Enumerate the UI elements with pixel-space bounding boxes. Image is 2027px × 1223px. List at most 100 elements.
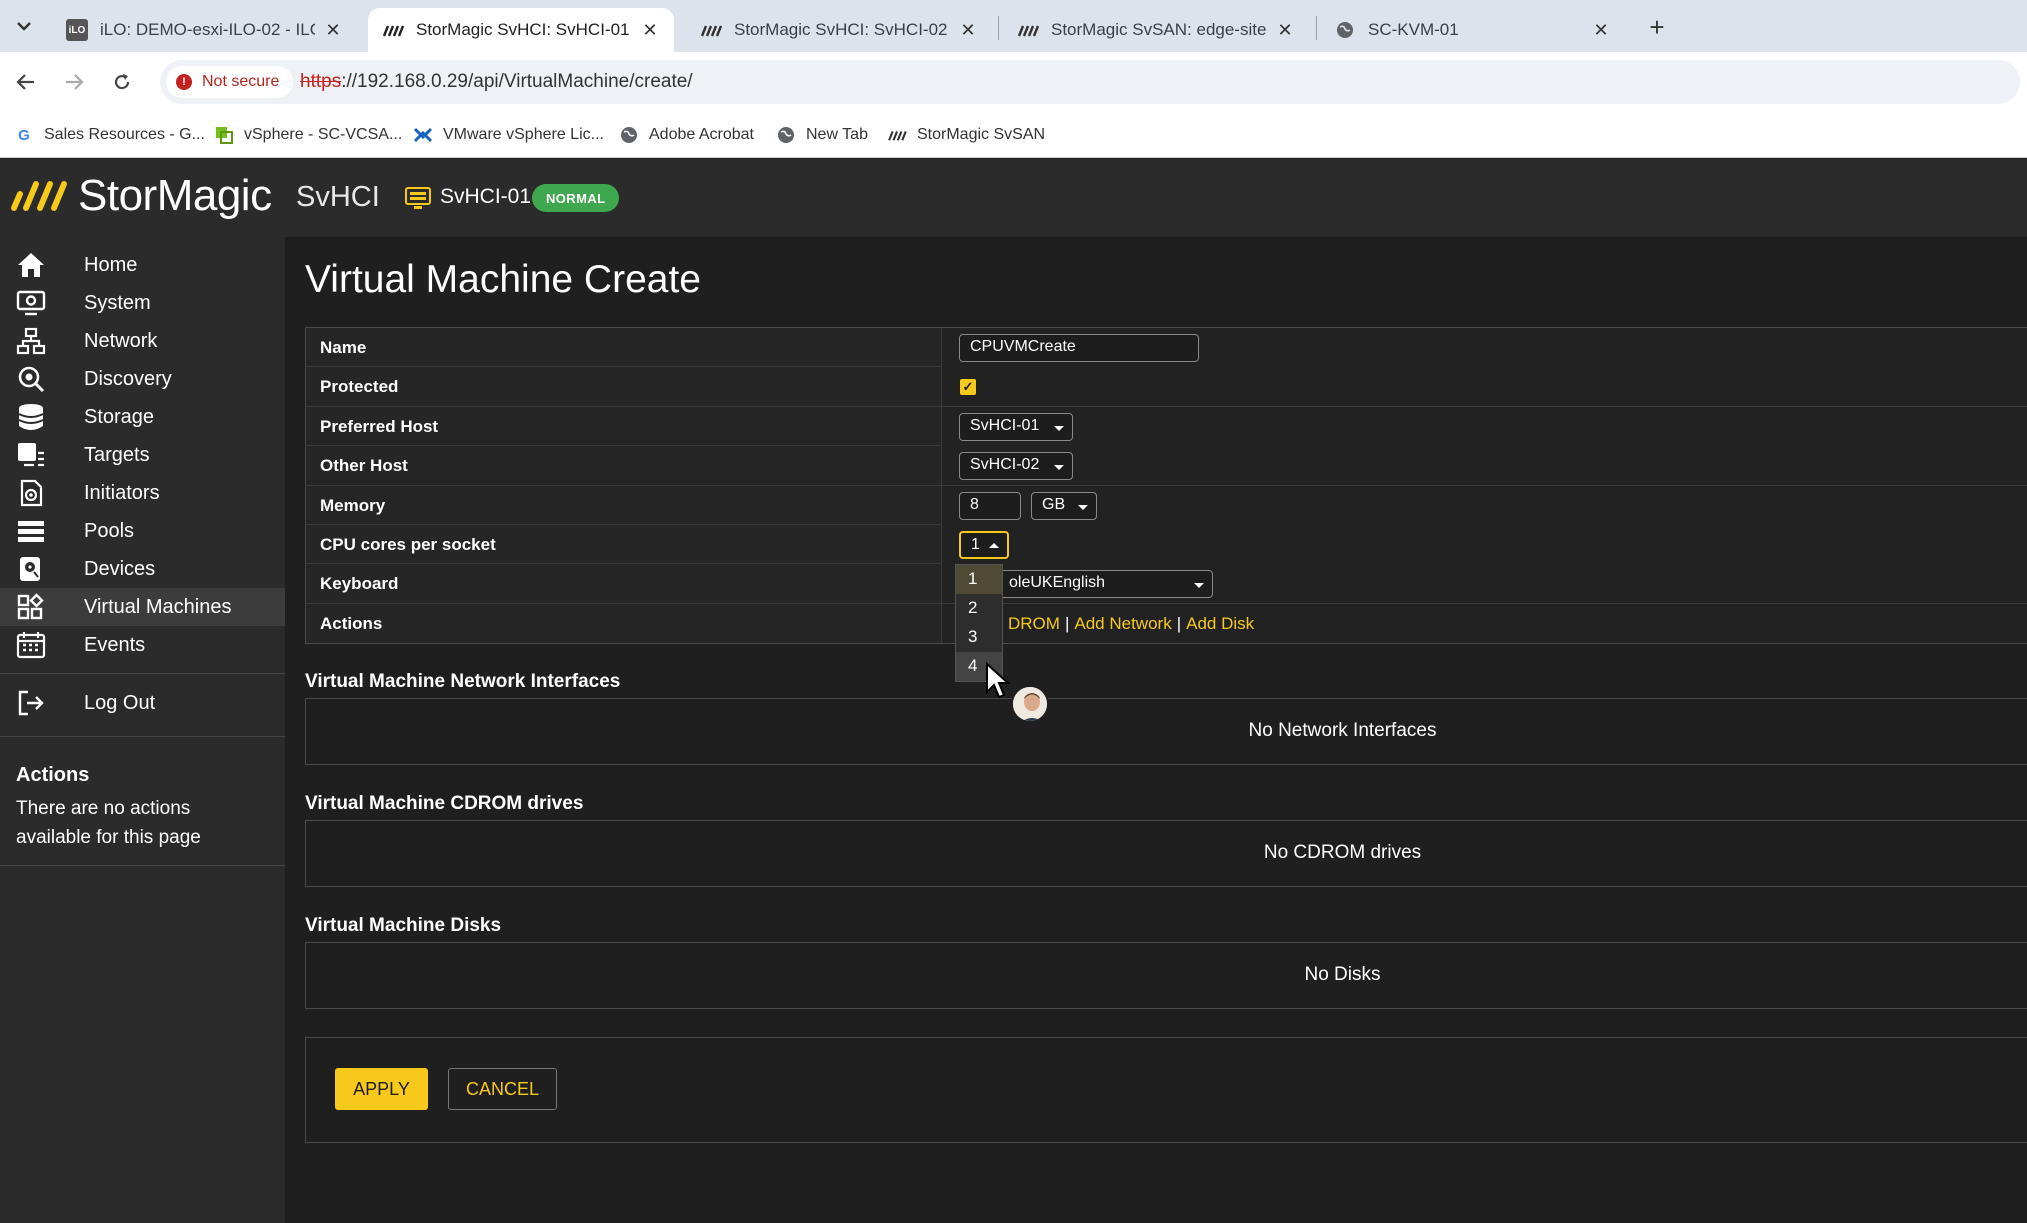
sidebar-item-label: Log Out [84,692,156,714]
sidebar-item-storage[interactable]: Storage [0,398,285,436]
memory-unit-select[interactable]: GB [1031,491,1097,520]
tab-title: SC-KVM-01 [1368,20,1459,39]
protected-checkbox[interactable]: ✓ [960,379,976,396]
sidebar-item-discovery[interactable]: Discovery [0,360,285,398]
globe-icon [776,125,796,145]
add-cdrom-link[interactable]: DROM [1008,614,1060,633]
dropdown-option[interactable]: 2 [956,594,1002,623]
url-protocol: https [300,71,342,92]
form-row-actions: Actions DROM | Add Network | Add Disk [306,603,2027,644]
bookmark-label: StorMagic SvSAN [917,126,1046,143]
stormagic-icon [700,19,722,41]
server-icon [405,187,431,209]
url-text[interactable]: https://192.168.0.29/api/VirtualMachine/… [300,71,693,93]
name-input[interactable]: CPUVMCreate [959,334,1199,362]
home-icon [18,253,44,277]
host-name[interactable]: SvHCI-01 [440,185,531,209]
network-section-box: No Network Interfaces [305,698,2027,765]
cpu-cores-select[interactable]: 1 [959,530,1009,559]
forward-button[interactable] [58,66,90,98]
browser-tab[interactable]: StorMagic SvSAN: edge-site01- ✕ [1003,8,1309,52]
sidebar-item-virtual-machines[interactable]: Virtual Machines [0,588,285,626]
close-icon[interactable]: ✕ [323,20,343,41]
sidebar-item-devices[interactable]: Devices [0,550,285,588]
sidebar-item-home[interactable]: Home [0,246,285,284]
sidebar-item-label: Pools [84,520,135,542]
add-disk-link[interactable]: Add Disk [1186,614,1254,633]
bookmark-item[interactable]: vSphere - SC-VCSA... [214,122,402,148]
events-icon [16,632,46,659]
sidebar-item-label: Home [84,254,138,276]
field-label: Name [320,338,367,357]
reload-button[interactable] [106,66,138,98]
disks-empty-text: No Disks [1304,964,1381,985]
form-row-preferred-host: Preferred Host SvHCI-01 [306,406,2027,447]
apply-button[interactable]: APPLY [335,1068,428,1110]
sidebar-item-initiators[interactable]: Initiators [0,474,285,512]
sidebar-item-label: Devices [84,558,156,580]
sidebar-item-logout[interactable]: Log Out [0,684,285,722]
url-bar[interactable]: ! Not secure https://192.168.0.29/api/Vi… [160,60,2020,104]
warning-icon: ! [176,74,192,90]
ilo-icon: iLO [66,19,88,41]
dropdown-option[interactable]: 1 [956,565,1002,594]
other-host-select[interactable]: SvHCI-02 [959,452,1073,481]
sidebar-item-events[interactable]: Events [0,626,285,664]
caret-up-icon [989,542,999,548]
sidebar-item-targets[interactable]: Targets [0,436,285,474]
tab-title: StorMagic SvHCI: SvHCI-01 [416,20,630,39]
browser-tab[interactable]: iLO iLO: DEMO-esxi-ILO-02 - ILOMX ✕ [52,8,357,52]
form-button-panel: APPLY CANCEL [305,1037,2027,1143]
link-separator: | [1064,613,1070,633]
tab-title: StorMagic SvSAN: edge-site01- [1051,20,1267,39]
close-icon[interactable]: ✕ [958,20,978,41]
preferred-host-select[interactable]: SvHCI-01 [959,412,1073,441]
caret-down-icon [1054,425,1064,431]
caret-down-icon [1078,504,1088,510]
bookmark-item[interactable]: StorMagic SvSAN [887,122,1045,148]
pools-icon [18,521,44,542]
cdrom-empty-text: No CDROM drives [1263,842,1422,863]
browser-tab-active[interactable]: StorMagic SvHCI: SvHCI-01 ✕ [368,8,674,52]
form-row-name: Name CPUVMCreate [306,328,2027,368]
close-icon[interactable]: ✕ [1275,20,1295,41]
select-value: oleUKEnglish [1009,574,1106,592]
disks-section-box: No Disks [305,942,2027,1009]
bookmark-item[interactable]: G Sales Resources - G... [14,122,205,148]
security-chip[interactable]: ! Not secure [166,66,294,98]
network-empty-text: No Network Interfaces [1248,720,1437,741]
sidebar-item-network[interactable]: Network [0,322,285,360]
sidebar-item-system[interactable]: System [0,284,285,322]
network-icon [16,327,46,355]
add-network-link[interactable]: Add Network [1074,614,1171,633]
bookmark-label: Sales Resources - G... [44,126,205,143]
browser-tab[interactable]: StorMagic SvHCI: SvHCI-02 ✕ [686,8,992,52]
bookmark-item[interactable]: New Tab [776,122,868,148]
memory-input[interactable]: 8 [959,491,1021,520]
sidebar-item-label: Discovery [84,368,172,390]
cdrom-section-title: Virtual Machine CDROM drives [305,793,584,814]
tab-search-button[interactable] [8,10,40,42]
devices-icon [20,557,40,581]
tab-divider [998,16,999,40]
field-label: Other Host [320,456,408,476]
bookmark-item[interactable]: Adobe Acrobat [619,122,754,148]
close-icon[interactable]: ✕ [640,20,660,41]
new-tab-button[interactable]: + [1640,10,1674,44]
dropdown-option[interactable]: 3 [956,623,1002,652]
browser-tab[interactable]: SC-KVM-01 ✕ [1320,8,1625,52]
reload-icon [114,74,130,90]
bookmark-item[interactable]: VMware vSphere Lic... [413,122,604,148]
vsphere-icon [214,125,234,145]
cancel-button[interactable]: CANCEL [448,1068,557,1110]
sidebar-item-pools[interactable]: Pools [0,512,285,550]
url-path: ://192.168.0.29/api/VirtualMachine/creat… [341,71,693,92]
globe-icon [619,125,639,145]
targets-icon [18,443,44,467]
chevron-down-icon [17,22,31,31]
sidebar-divider [0,865,285,866]
globe-icon [1334,19,1356,41]
close-icon[interactable]: ✕ [1591,20,1611,41]
field-label: Keyboard [320,574,399,594]
back-button[interactable] [10,66,42,98]
